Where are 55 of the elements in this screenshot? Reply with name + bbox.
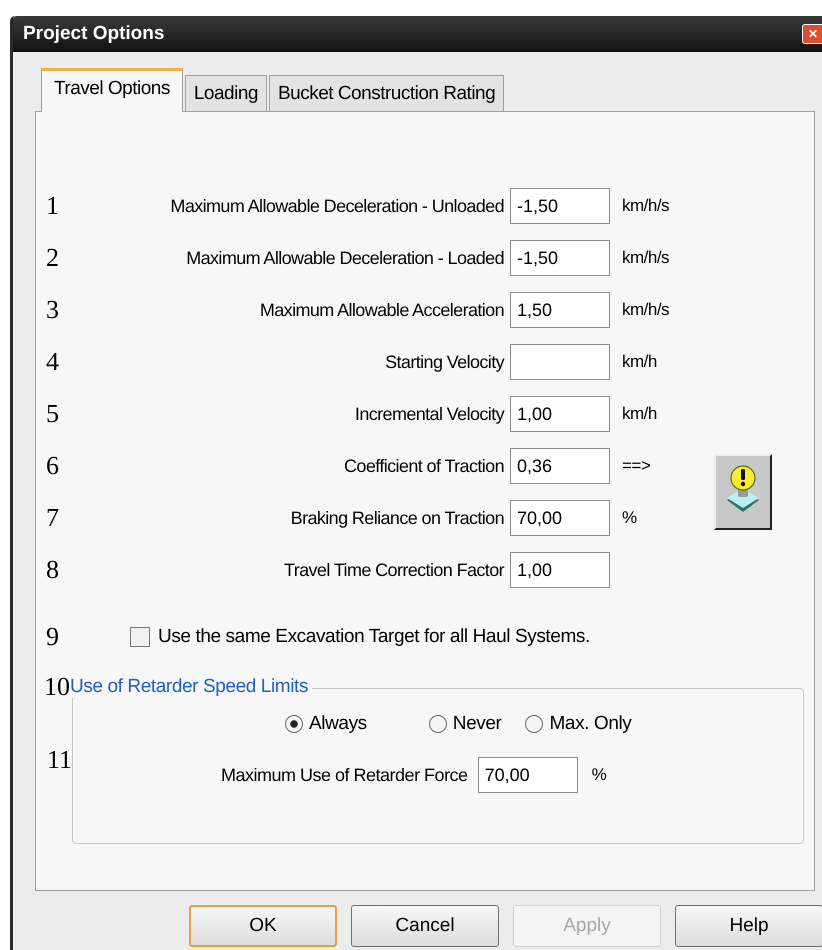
input-field[interactable]: 70,00 — [510, 500, 610, 536]
dialog-button[interactable]: Cancel — [351, 905, 499, 947]
field-label: Maximum Allowable Acceleration — [258, 300, 504, 320]
row-number: 4 — [45, 347, 60, 377]
field-label: Incremental Velocity — [354, 404, 504, 424]
tab[interactable]: Loading — [184, 75, 267, 111]
unit-label: % — [621, 508, 638, 528]
field-label: Coefficient of Traction — [343, 456, 504, 476]
unit-label: km/h/s — [621, 300, 670, 320]
input-field[interactable]: 70,00 — [478, 757, 578, 793]
field-label: Travel Time Correction Factor — [283, 560, 504, 580]
input-field[interactable]: 1,50 — [510, 292, 610, 328]
input-field[interactable] — [510, 344, 610, 380]
radio-option[interactable]: Max. Only — [525, 713, 632, 735]
tab[interactable]: Bucket Construction Rating — [268, 75, 504, 111]
checkbox-label: Use the same Excavation Target for all Haul Systems. — [158, 626, 590, 648]
field-label: Maximum Allowable Deceleration - Unloaded — [169, 196, 504, 216]
row-number: 5 — [45, 399, 60, 429]
input-field[interactable]: 1,00 — [510, 396, 610, 432]
unit-label: km/h/s — [621, 248, 670, 268]
unit-label: % — [590, 765, 606, 785]
hint-button[interactable] — [714, 454, 772, 530]
dialog-button[interactable]: Help — [675, 905, 822, 947]
row-number: 1 — [45, 191, 60, 221]
row-number: 6 — [45, 451, 60, 481]
group-title: Use of Retarder Speed Limits — [70, 676, 312, 698]
row-number: 10 — [43, 672, 70, 702]
radio-button[interactable] — [525, 715, 544, 733]
field-label: Maximum Allowable Deceleration - Loaded — [185, 248, 504, 268]
row-number: 3 — [45, 295, 60, 325]
field-label: Starting Velocity — [384, 352, 504, 372]
row-number: 11 — [46, 745, 72, 775]
field-label: Maximum Use of Retarder Force — [221, 764, 468, 786]
checkbox[interactable] — [130, 627, 150, 647]
tab[interactable]: Travel Options — [41, 68, 183, 112]
input-field[interactable]: -1,50 — [510, 188, 610, 224]
row-number: 8 — [45, 555, 60, 585]
radio-button[interactable] — [285, 715, 303, 733]
unit-label: ==> — [621, 456, 652, 476]
field-label: Braking Reliance on Traction — [290, 508, 504, 528]
unit-label: km/h/s — [621, 196, 670, 216]
close-button[interactable]: ✕ — [802, 24, 822, 44]
unit-label: km/h — [621, 352, 658, 372]
row-number: 2 — [45, 243, 60, 273]
row-number: 9 — [45, 622, 60, 652]
input-field[interactable]: -1,50 — [510, 240, 610, 276]
radio-option[interactable]: Never — [428, 713, 502, 735]
dialog-button[interactable]: OK — [189, 905, 337, 947]
radio-button[interactable] — [428, 715, 447, 733]
input-field[interactable]: 1,00 — [510, 552, 610, 588]
radio-option[interactable]: Always — [285, 713, 367, 735]
unit-label: km/h — [621, 404, 658, 424]
input-field[interactable]: 0,36 — [510, 448, 610, 484]
window-title: Project Options — [22, 23, 164, 45]
row-number: 7 — [45, 503, 60, 533]
